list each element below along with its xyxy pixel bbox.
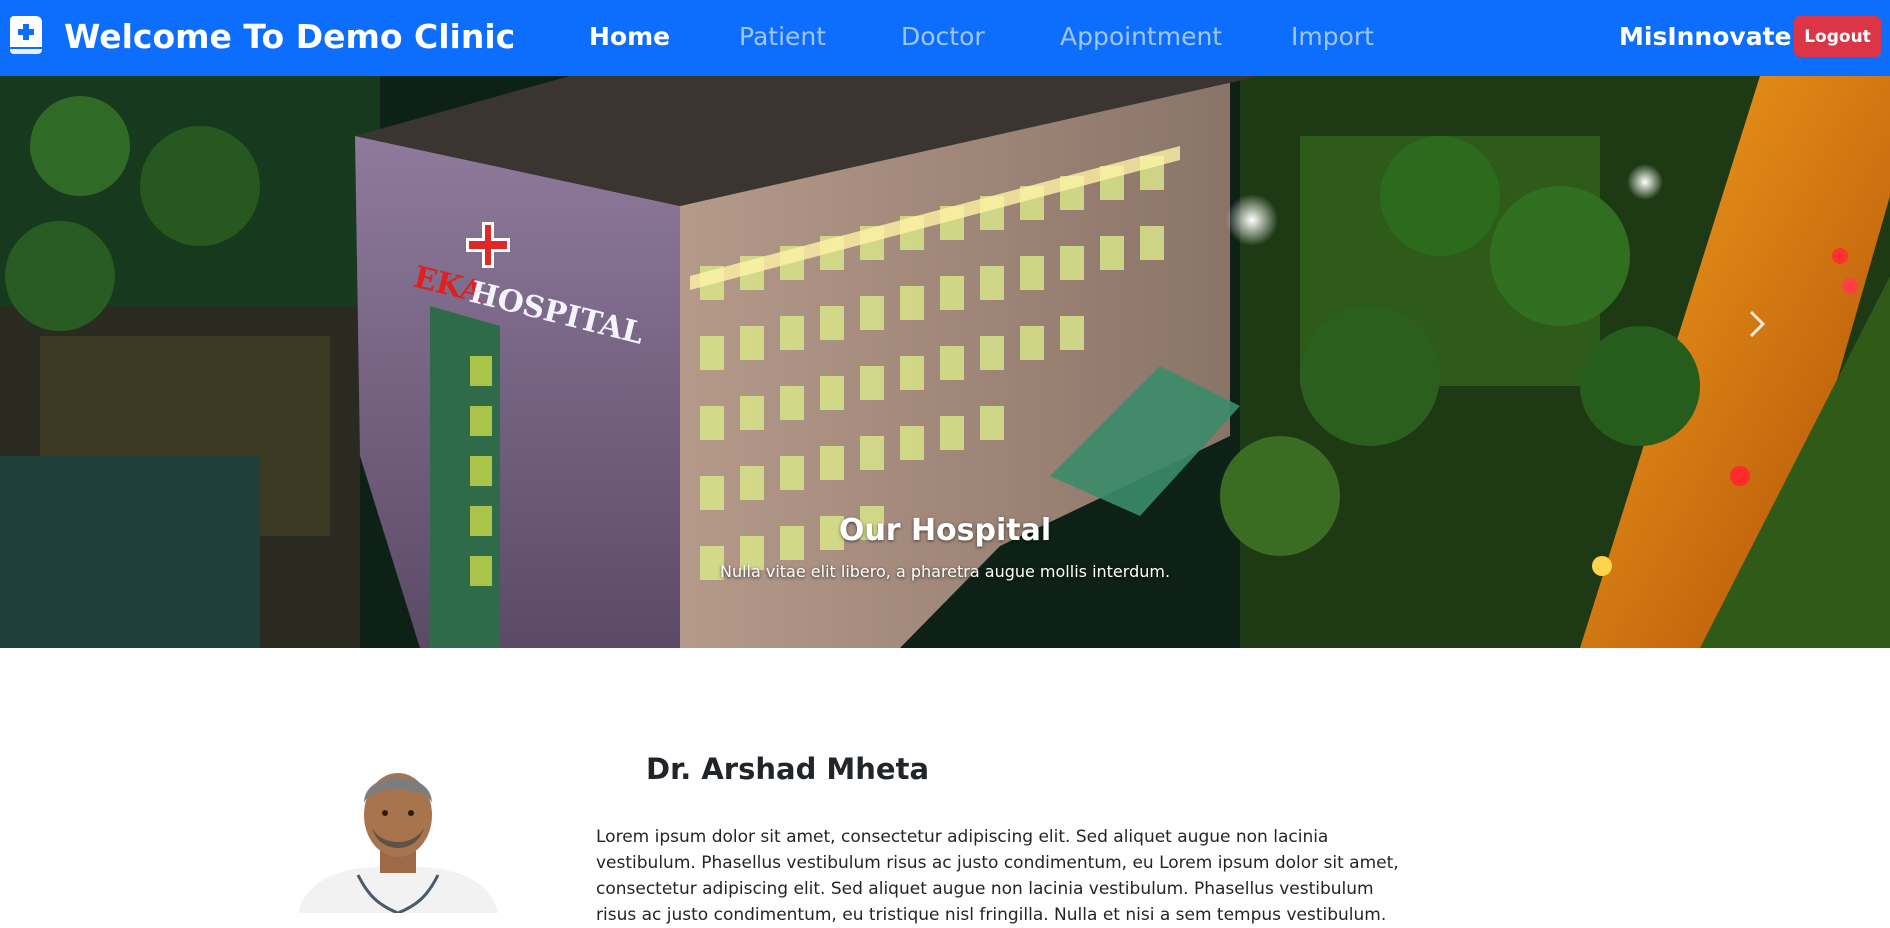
doctor-bio: Lorem ipsum dolor sit amet, consectetur …: [596, 827, 1399, 925]
doctor-name: Dr. Arshad Mheta: [646, 752, 930, 786]
current-user-name[interactable]: MisInnovate: [1619, 20, 1791, 54]
nav-link-import[interactable]: Import: [1291, 20, 1374, 54]
doctor-portrait: [298, 755, 498, 913]
nav-link-doctor[interactable]: Doctor: [901, 20, 985, 54]
brand-title[interactable]: Welcome To Demo Clinic: [64, 16, 515, 58]
logout-button[interactable]: Logout: [1794, 16, 1881, 57]
chevron-right-icon: [1749, 310, 1766, 338]
hero-carousel: EKA HOSPITAL Our Hospital Nulla vitae el…: [0, 76, 1890, 648]
nav-link-appointment[interactable]: Appointment: [1060, 20, 1222, 54]
carousel-caption-title: Our Hospital: [838, 513, 1052, 548]
carousel-prev-button[interactable]: [110, 292, 158, 356]
carousel-caption-text: Nulla vitae elit libero, a pharetra augu…: [719, 562, 1171, 581]
carousel-next-button[interactable]: [1733, 292, 1781, 356]
top-navbar: Welcome To Demo Clinic Home Patient Doct…: [0, 0, 1890, 76]
nav-link-home[interactable]: Home: [589, 20, 670, 54]
medical-book-icon[interactable]: [10, 16, 42, 54]
nav-link-patient[interactable]: Patient: [739, 20, 826, 54]
